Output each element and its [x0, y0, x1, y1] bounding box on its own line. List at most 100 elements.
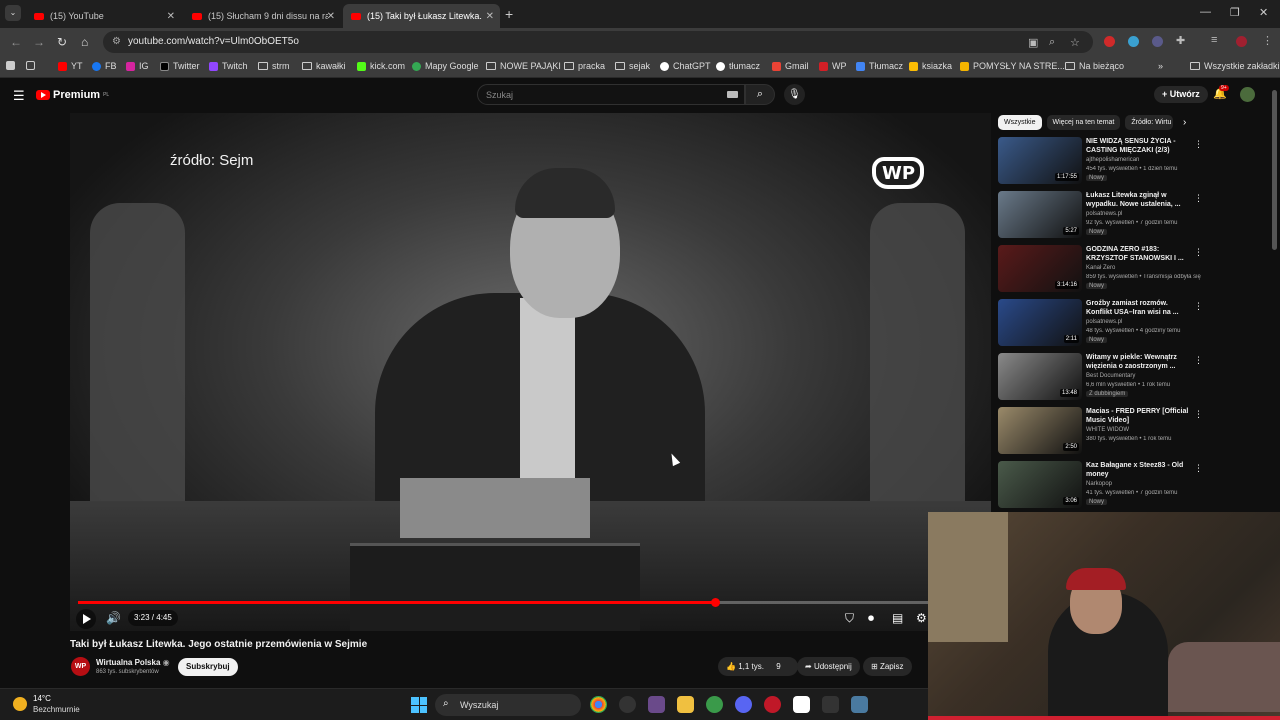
volume-icon[interactable]: 🔊 [106, 611, 121, 625]
more-options-icon[interactable]: ⋮ [1194, 409, 1203, 420]
extensions-puzzle-icon[interactable]: ✚ [1176, 34, 1185, 47]
settings-gear-icon[interactable]: ⚙ [916, 611, 927, 625]
recommendation-title[interactable]: Groźby zamiast rozmów. Konflikt USA–Iran… [1086, 299, 1194, 317]
app-icon[interactable] [648, 696, 665, 713]
share-button[interactable]: ➦ Udostępnij [797, 657, 860, 676]
recommendation-title[interactable]: Kaz Bałagane x Steez83 - Old money [1086, 461, 1194, 479]
extension-icon[interactable] [1152, 36, 1163, 47]
weather-moon-icon[interactable] [13, 697, 27, 711]
discord-icon[interactable] [735, 696, 752, 713]
recommendation-item[interactable]: 3:06 Kaz Bałagane x Steez83 - Old money Na… [998, 461, 1208, 509]
bookmark-fb[interactable]: FB [92, 61, 117, 71]
reload-icon[interactable]: ↻ [57, 35, 67, 49]
channel-name[interactable]: Wirtualna Polska ◉ [96, 658, 170, 667]
video-player[interactable]: źródło: Sejm WP 🔊 3:23 / 4:45 ⛉ ⏺ ▤ ⚙ [70, 113, 991, 631]
create-button[interactable]: + Utwórz [1154, 86, 1208, 103]
subtitles-icon[interactable]: ▤ [892, 611, 903, 625]
bookmark-folder-strm[interactable]: strm [258, 61, 290, 71]
chrome-icon[interactable] [590, 696, 607, 713]
close-tab-icon[interactable]: ✕ [327, 11, 335, 22]
media-control-icon[interactable]: ≡ [1211, 34, 1217, 46]
browser-tab-1[interactable]: (15) YouTube ✕ [26, 4, 181, 28]
notepad-icon[interactable] [851, 696, 868, 713]
search-input[interactable]: Szukaj [477, 84, 745, 105]
home-icon[interactable]: ⌂ [81, 35, 88, 49]
recommendation-channel[interactable]: ajthepolishamerican [1086, 157, 1139, 163]
bookmark-folder-kawalki[interactable]: kawałki [302, 61, 346, 71]
bookmark-folder-sejak[interactable]: sejak [615, 61, 650, 71]
save-button[interactable]: ⊞ Zapisz [863, 657, 912, 676]
back-icon[interactable]: ← [10, 35, 22, 49]
bookmark-tlumacz-2[interactable]: Tłumacz [856, 61, 903, 71]
maximize-icon[interactable]: ❐ [1230, 6, 1240, 19]
channel-avatar[interactable]: WP [71, 657, 90, 676]
more-options-icon[interactable]: ⋮ [1194, 355, 1203, 366]
bookmark-ig[interactable]: IG [126, 61, 149, 71]
install-app-icon[interactable]: ▣ [1028, 36, 1038, 49]
recommendation-thumbnail[interactable]: 2:11 [998, 299, 1082, 346]
recommendation-title[interactable]: Macias - FRED PERRY [Official Music Vide… [1086, 407, 1194, 425]
search-button[interactable]: ⌕ [745, 84, 775, 105]
obs-icon[interactable] [619, 696, 636, 713]
site-info-icon[interactable]: ⚙ [112, 36, 121, 47]
bookmark-gmail[interactable]: Gmail [772, 61, 809, 71]
chip-source[interactable]: Źródło: Wirtu [1125, 115, 1174, 130]
keyboard-icon[interactable] [727, 91, 738, 98]
recommendation-item[interactable]: 5:27 Łukasz Litewka zginął w wypadku. Now… [998, 191, 1208, 239]
recommendation-channel[interactable]: WHITE WIDOW [1086, 427, 1129, 433]
opera-icon[interactable] [764, 696, 781, 713]
recommendation-item[interactable]: 1:17:55 NIE WIDZĄ SENSU ŻYCIA - CASTING M… [998, 137, 1208, 185]
progress-bar[interactable] [78, 598, 988, 607]
chip-all[interactable]: Wszystkie [998, 115, 1042, 130]
extension-icon[interactable] [1128, 36, 1139, 47]
more-options-icon[interactable]: ⋮ [1194, 193, 1203, 204]
chevron-right-icon[interactable]: › [1183, 117, 1186, 128]
recommendation-channel[interactable]: Kanał Zero [1086, 265, 1115, 271]
autoplay-toggle-icon[interactable]: ⏺ [868, 611, 874, 626]
file-explorer-icon[interactable] [677, 696, 694, 713]
bookmark-ksiazka[interactable]: ksiazka [909, 61, 952, 71]
recommendation-title[interactable]: Łukasz Litewka zginął w wypadku. Nowe us… [1086, 191, 1194, 209]
address-bar[interactable]: ⚙ youtube.com/watch?v=Ulm0ObOET5o ▣ ⌕ ☆ [103, 31, 1093, 53]
recommendation-title[interactable]: Witamy w piekle: Wewnątrz więzienia o za… [1086, 353, 1194, 371]
more-options-icon[interactable]: ⋮ [1194, 463, 1203, 474]
recommendation-item[interactable]: 2:11 Groźby zamiast rozmów. Konflikt USA–… [998, 299, 1208, 347]
recommendation-title[interactable]: NIE WIDZĄ SENSU ŻYCIA - CASTING MIĘCZAKI… [1086, 137, 1194, 155]
all-bookmarks[interactable]: Wszystkie zakładki [1190, 61, 1280, 71]
dislike-button[interactable]: 9 [776, 662, 780, 671]
youtube-premium-logo[interactable]: Premium PL [36, 89, 109, 101]
recommendation-thumbnail[interactable]: 3:14:16 [998, 245, 1082, 292]
bookmark-wp[interactable]: WP [819, 61, 847, 71]
vpn-shield-icon[interactable] [706, 696, 723, 713]
bookmark-star-icon[interactable]: ☆ [1070, 36, 1080, 49]
bookmark-twitch[interactable]: Twitch [209, 61, 248, 71]
progress-scrubber[interactable] [711, 598, 720, 607]
forward-icon[interactable]: → [33, 35, 45, 49]
bookmark-kick[interactable]: kick.com [357, 61, 405, 71]
windows-start-icon[interactable] [411, 697, 427, 713]
taskbar-search[interactable]: ⌕ Wyszukaj [435, 694, 581, 716]
tab-list-button[interactable]: ⌄ [5, 5, 21, 21]
bookmark-tlumacz[interactable]: tłumacz [716, 61, 760, 71]
bookmark-twitter[interactable]: Twitter [160, 61, 200, 71]
bookmark-maps[interactable]: Mapy Google [412, 61, 479, 71]
bookmark-folder-pracka[interactable]: pracka [564, 61, 605, 71]
recommendation-thumbnail[interactable]: 2:50 [998, 407, 1082, 454]
subscribe-button[interactable]: Subskrybuj [178, 658, 238, 676]
app-icon[interactable] [822, 696, 839, 713]
notion-icon[interactable] [793, 696, 810, 713]
recommendation-channel[interactable]: Best Documentary [1086, 373, 1135, 379]
bookmark-yt[interactable]: YT [58, 61, 83, 71]
recommendation-thumbnail[interactable]: 5:27 [998, 191, 1082, 238]
shield-icon[interactable]: ⛉ [845, 611, 854, 626]
recommendation-item[interactable]: 13:48 Witamy w piekle: Wewnątrz więzienia… [998, 353, 1208, 401]
account-avatar[interactable] [1240, 87, 1255, 102]
more-options-icon[interactable]: ⋮ [1194, 139, 1203, 150]
browser-tab-2[interactable]: (15) Słucham 9 dni dissu na raki ✕ [184, 4, 341, 28]
zoom-icon[interactable]: ⌕ [1049, 36, 1055, 49]
tab-groups-icon[interactable] [26, 61, 35, 70]
close-tab-icon[interactable]: ✕ [167, 11, 175, 22]
browser-tab-3[interactable]: (15) Taki był Łukasz Litewka. Jeg ✕ [343, 4, 500, 28]
recommendation-title[interactable]: GODZINA ZERO #183: KRZYSZTOF STANOWSKI I… [1086, 245, 1194, 263]
apps-icon[interactable] [6, 61, 15, 70]
